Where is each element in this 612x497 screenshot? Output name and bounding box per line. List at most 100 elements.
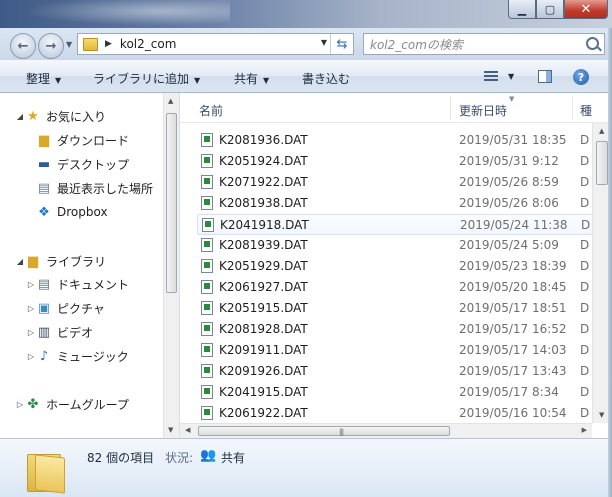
view-options-icon[interactable] <box>484 71 498 83</box>
nav-item-favorites[interactable]: ◢ ★ お気に入り <box>15 105 106 127</box>
search-icon[interactable] <box>586 37 599 50</box>
nav-item-downloads[interactable]: ▆ ダウンロード <box>36 129 129 151</box>
recent-places-icon: ▤ <box>37 180 51 196</box>
file-row[interactable]: K2081928.DAT 2019/05/17 16:52 D <box>197 319 593 340</box>
nav-item-pictures[interactable]: ▷ ▣ ピクチャ <box>26 297 105 319</box>
maximize-button[interactable]: ▢ <box>536 0 564 19</box>
file-name: K2041915.DAT <box>219 385 308 399</box>
forward-button[interactable]: → <box>38 33 64 59</box>
expand-triangle-icon[interactable]: ▷ <box>15 400 25 409</box>
arrow-right-icon: → <box>45 38 57 54</box>
column-divider[interactable] <box>572 96 573 120</box>
nav-item-videos[interactable]: ▷ ▥ ビデオ <box>26 321 93 343</box>
back-button[interactable]: ← <box>10 33 36 59</box>
refresh-button[interactable]: ⇆ <box>330 34 353 54</box>
navigation-row: ← → ▼ ▶ kol2_com ▼ ⇆ kol2_comの検索 <box>0 28 612 60</box>
nav-item-libraries[interactable]: ◢ ▆ ライブラリ <box>15 250 106 272</box>
scroll-right-icon[interactable]: ▶ <box>582 426 587 434</box>
nav-item-dropbox[interactable]: ❖ Dropbox <box>36 201 107 223</box>
file-row[interactable]: K2061922.DAT 2019/05/16 10:54 D <box>197 403 593 424</box>
address-bar[interactable]: ▶ kol2_com ▼ ⇆ <box>77 33 354 55</box>
nav-pane-scrollbar[interactable]: ▲ ▼ <box>163 93 179 438</box>
scroll-up-icon[interactable]: ▲ <box>168 97 173 105</box>
nav-recent-label: 最近表示した場所 <box>57 181 154 196</box>
burn-button[interactable]: 書き込む <box>302 70 350 87</box>
file-date: 2019/05/17 16:52 <box>459 322 567 336</box>
help-button[interactable]: ? <box>573 69 589 85</box>
horizontal-scroll-thumb[interactable]: ||| <box>198 426 450 436</box>
search-input[interactable]: kol2_comの検索 <box>370 36 463 53</box>
scroll-down-icon[interactable]: ▼ <box>168 426 173 434</box>
recent-pages-dropdown[interactable]: ▼ <box>66 40 72 49</box>
file-row[interactable]: K2081938.DAT 2019/05/26 8:06 D <box>197 193 593 214</box>
file-type: D <box>580 259 590 273</box>
nav-item-recent-places[interactable]: ▤ 最近表示した場所 <box>36 177 153 199</box>
address-dropdown-icon[interactable]: ▼ <box>321 38 327 47</box>
file-row[interactable]: K2081936.DAT 2019/05/31 18:35 D <box>197 130 593 151</box>
address-path[interactable]: kol2_com <box>120 37 176 51</box>
breadcrumb-separator-icon[interactable]: ▶ <box>105 39 112 49</box>
file-row[interactable]: K2081939.DAT 2019/05/24 5:09 D <box>197 235 593 256</box>
file-row-hovered[interactable]: K2041918.DAT 2019/05/24 11:38 D <box>197 214 593 235</box>
file-date: 2019/05/23 18:39 <box>459 259 567 273</box>
expand-triangle-icon[interactable]: ▷ <box>26 304 36 313</box>
file-date: 2019/05/17 8:34 <box>459 385 559 399</box>
file-name: K2041918.DAT <box>220 218 309 232</box>
file-type: D <box>580 280 590 294</box>
file-row[interactable]: K2051929.DAT 2019/05/23 18:39 D <box>197 256 593 277</box>
file-name: K2091911.DAT <box>219 343 308 357</box>
file-row[interactable]: K2091911.DAT 2019/05/17 14:03 D <box>197 340 593 361</box>
nav-item-music[interactable]: ▷ ♪ ミュージック <box>26 345 129 367</box>
dat-file-icon <box>201 133 213 147</box>
dropbox-icon: ❖ <box>38 204 50 220</box>
column-header-type[interactable]: 種 <box>580 102 592 119</box>
scroll-left-icon[interactable]: ◀ <box>185 426 190 434</box>
window-frame-right <box>608 28 612 497</box>
organize-button[interactable]: 整理 ▼ <box>26 70 61 87</box>
file-type: D <box>580 175 590 189</box>
column-divider[interactable] <box>450 96 451 120</box>
file-date: 2019/05/31 18:35 <box>459 133 567 147</box>
nav-item-documents[interactable]: ▷ ▤ ドキュメント <box>26 273 129 295</box>
expand-triangle-icon[interactable]: ▷ <box>26 280 36 289</box>
dat-file-icon <box>201 175 213 189</box>
chevron-down-icon: ▼ <box>55 76 62 85</box>
nav-item-desktop[interactable]: ▬ デスクトップ <box>36 153 129 175</box>
view-options-dropdown-icon[interactable]: ▼ <box>508 72 514 81</box>
file-name: K2051915.DAT <box>219 301 308 315</box>
expand-triangle-icon[interactable]: ▷ <box>26 328 36 337</box>
file-row[interactable]: K2091926.DAT 2019/05/17 13:43 D <box>197 361 593 382</box>
dat-file-icon <box>201 385 213 399</box>
file-row[interactable]: K2041915.DAT 2019/05/17 8:34 D <box>197 382 593 403</box>
vertical-scroll-thumb[interactable] <box>596 141 608 185</box>
share-button[interactable]: 共有 ▼ <box>234 70 269 87</box>
explorer-window: ▁ ▢ ✕ ← → ▼ ▶ kol2_com ▼ ⇆ kol2_comの検索 整… <box>0 0 612 497</box>
title-bar[interactable]: ▁ ▢ ✕ <box>0 0 612 28</box>
file-date: 2019/05/16 10:54 <box>459 406 567 420</box>
scroll-down-icon[interactable]: ▼ <box>599 411 604 419</box>
nav-scroll-thumb[interactable] <box>166 113 177 293</box>
add-to-library-button[interactable]: ライブラリに追加 ▼ <box>93 70 200 87</box>
column-header-name[interactable]: 名前 <box>199 102 223 119</box>
expand-triangle-icon[interactable]: ▷ <box>26 352 36 361</box>
file-row[interactable]: K2061927.DAT 2019/05/20 18:45 D <box>197 277 593 298</box>
dat-file-icon <box>201 301 213 315</box>
minimize-button[interactable]: ▁ <box>508 0 536 19</box>
file-name: K2081938.DAT <box>219 196 308 210</box>
collapse-triangle-icon[interactable]: ◢ <box>15 112 25 121</box>
preview-pane-button[interactable] <box>538 70 552 83</box>
file-row[interactable]: K2071922.DAT 2019/05/26 8:59 D <box>197 172 593 193</box>
file-row[interactable]: K2051924.DAT 2019/05/31 9:12 D <box>197 151 593 172</box>
status-value: 共有 <box>221 451 246 465</box>
collapse-triangle-icon[interactable]: ◢ <box>15 257 25 266</box>
close-button[interactable]: ✕ <box>564 0 608 19</box>
scroll-up-icon[interactable]: ▲ <box>599 127 604 135</box>
dat-file-icon <box>201 196 213 210</box>
file-row[interactable]: K2051915.DAT 2019/05/17 18:51 D <box>197 298 593 319</box>
column-header-date[interactable]: 更新日時 <box>459 102 507 119</box>
nav-homegroup-label: ホームグループ <box>46 397 129 412</box>
nav-item-homegroup[interactable]: ▷ ✤ ホームグループ <box>15 393 129 415</box>
title-bar-glow <box>0 0 230 28</box>
file-list-horizontal-scrollbar[interactable]: ◀ ||| ▶ <box>180 423 592 438</box>
search-box[interactable]: kol2_comの検索 <box>363 33 605 55</box>
